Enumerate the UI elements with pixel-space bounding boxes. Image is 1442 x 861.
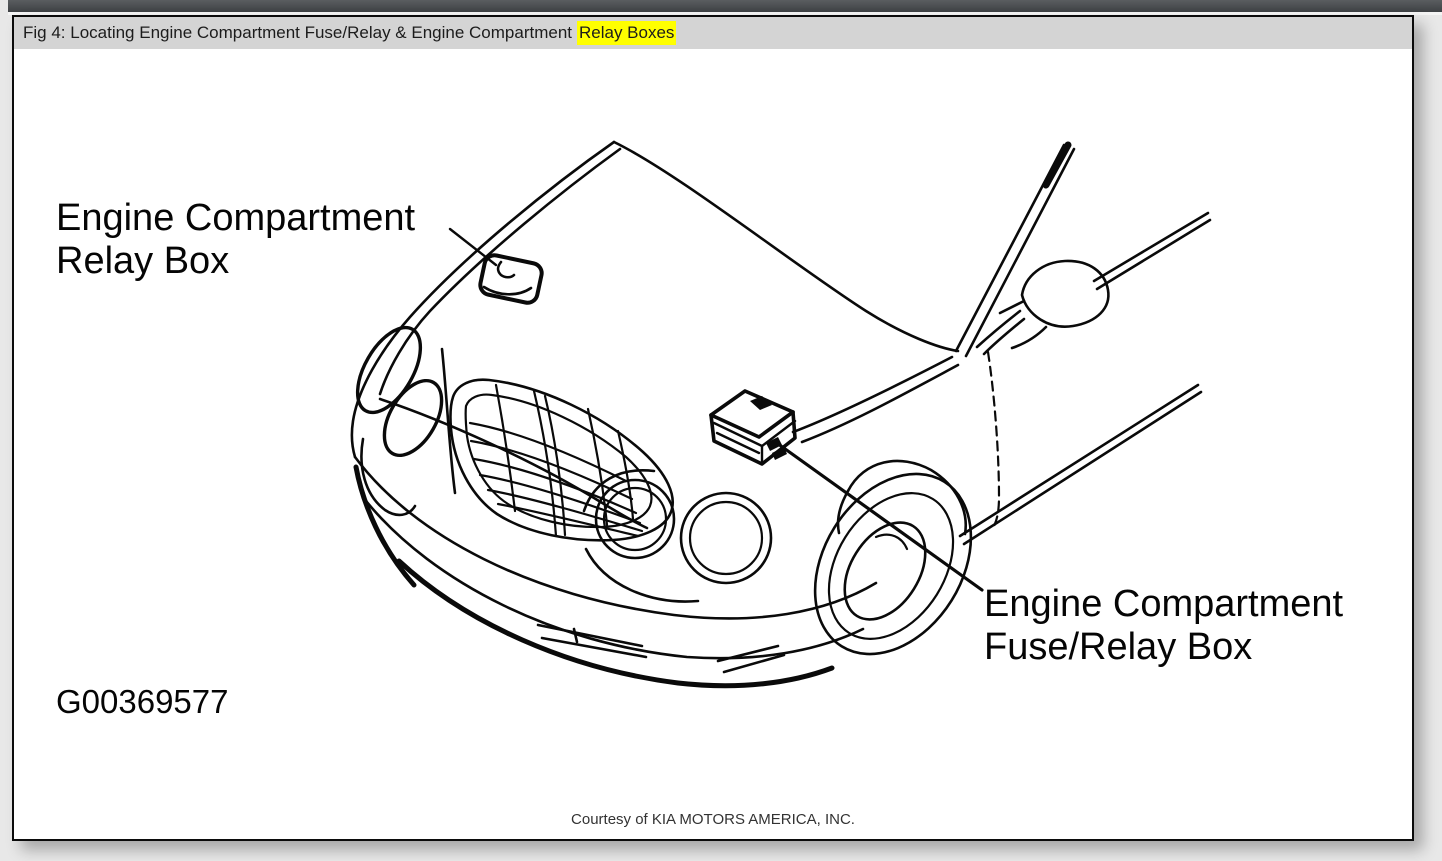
- figure-title-highlight: Relay Boxes: [577, 21, 677, 45]
- fuse-relay-box-label-line2: Fuse/Relay Box: [984, 626, 1253, 668]
- figure-title-text: Fig 4: Locating Engine Compartment Fuse/…: [23, 23, 572, 42]
- fuse-relay-box-label-line1: Engine Compartment: [984, 583, 1344, 625]
- relay-box-label: Engine Compartment Relay Box: [56, 197, 415, 283]
- figure-canvas: Engine Compartment Relay Box Engine Comp…: [14, 49, 1412, 839]
- fuse-relay-box-drawing: [709, 389, 797, 466]
- courtesy-note: Courtesy of KIA MOTORS AMERICA, INC.: [571, 811, 855, 828]
- figure-window: Fig 4: Locating Engine Compartment Fuse/…: [12, 15, 1414, 841]
- leader-line-relay-box: [448, 227, 498, 267]
- figure-id: G00369577: [56, 683, 229, 720]
- window-top-edge: [8, 0, 1442, 15]
- relay-box-label-line2: Relay Box: [56, 240, 230, 282]
- figure-title-bar: Fig 4: Locating Engine Compartment Fuse/…: [14, 17, 1412, 49]
- car-body: [350, 140, 1212, 546]
- relay-box-drawing: [478, 253, 544, 305]
- grille: [449, 378, 674, 542]
- relay-box-label-line1: Engine Compartment: [56, 197, 416, 239]
- fuse-relay-box-label: Engine Compartment Fuse/Relay Box: [984, 583, 1343, 669]
